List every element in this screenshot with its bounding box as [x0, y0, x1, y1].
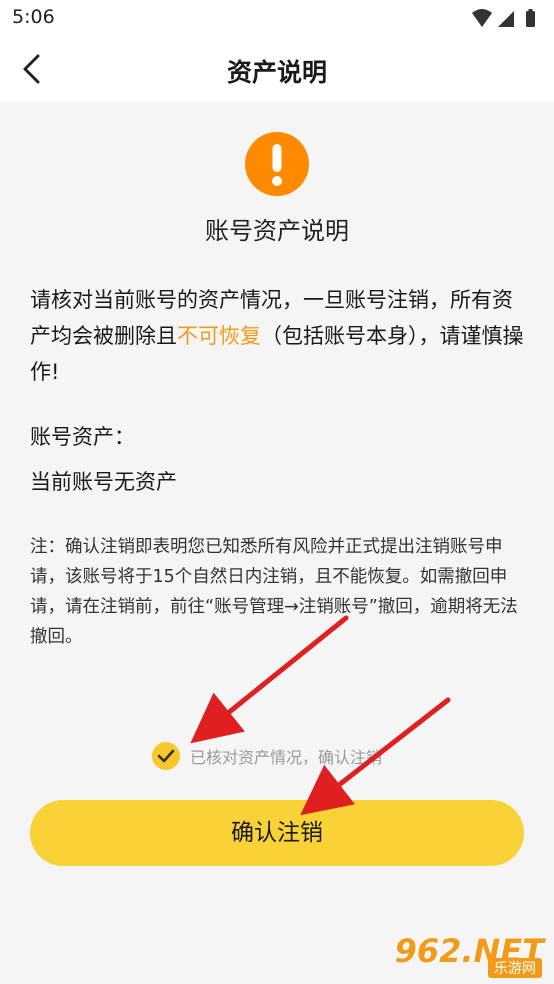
page-title: 资产说明: [226, 58, 327, 87]
watermark-sub: 乐游网: [488, 958, 542, 978]
signal-icon: [498, 11, 514, 27]
status-bar: 5:06: [0, 0, 554, 36]
watermark-logo: 962.NET 乐游网: [395, 932, 546, 978]
confirm-cancel-account-button[interactable]: 确认注销: [30, 800, 524, 866]
status-icons: [472, 9, 535, 27]
checkbox-label[interactable]: 已核对资产情况，确认注销: [190, 744, 382, 768]
wifi-icon: [472, 9, 492, 27]
note-text: 注：确认注销即表明您已知悉所有风险并正式提出注销账号申请，该账号将于15个自然日…: [30, 537, 518, 647]
status-time: 5:06: [12, 6, 55, 28]
assets-value: 当前账号无资产: [30, 470, 177, 494]
battery-icon: [526, 11, 535, 27]
checkbox-checked-icon[interactable]: [152, 742, 180, 770]
warning-highlight: 不可恢复: [177, 324, 261, 348]
nav-bar: 资产说明: [0, 36, 554, 102]
section-heading: 账号资产说明: [205, 217, 349, 245]
assets-label: 账号资产：: [30, 425, 135, 449]
exclamation-icon: [245, 132, 309, 196]
warning-text: 请核对当前账号的资产情况，一旦账号注销，所有资产均会被删除且不可恢复（包括账号本…: [30, 282, 526, 390]
